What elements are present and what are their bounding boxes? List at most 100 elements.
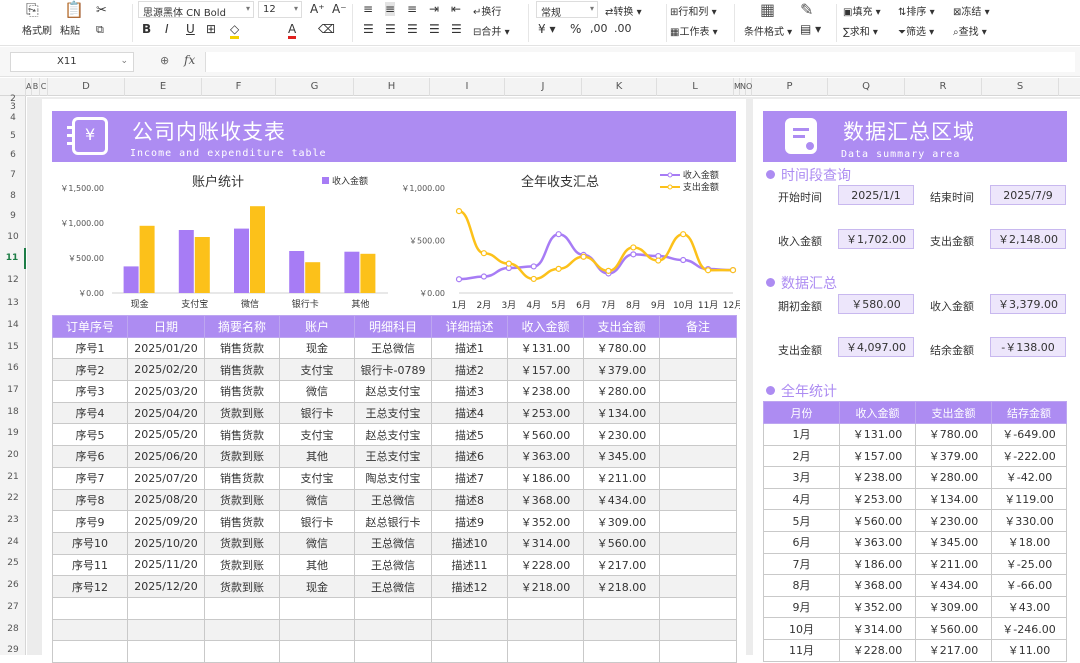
annual-cell[interactable]: ￥253.00 xyxy=(839,487,916,511)
table-cell[interactable] xyxy=(659,531,737,555)
annual-cell[interactable]: 10月 xyxy=(763,617,840,640)
table-cell[interactable]: 王总微信 xyxy=(354,531,432,555)
table-cell[interactable]: ￥345.00 xyxy=(583,445,660,468)
column-header[interactable]: P xyxy=(752,78,828,96)
table-cell[interactable]: ￥157.00 xyxy=(507,358,584,382)
table-cell[interactable]: 描述8 xyxy=(431,488,508,512)
paste-icon[interactable]: 📋 xyxy=(64,0,84,19)
row-header[interactable]: 13 xyxy=(0,292,26,314)
table-cell[interactable]: 销售货款 xyxy=(204,380,280,403)
table-cell[interactable]: 赵总支付宝 xyxy=(354,423,432,447)
table-cell[interactable] xyxy=(279,618,355,642)
annual-cell[interactable]: ￥119.00 xyxy=(991,487,1067,511)
annual-cell[interactable]: ￥-25.00 xyxy=(991,552,1067,576)
column-header[interactable]: Q xyxy=(828,78,905,96)
table-cell[interactable]: 序号9 xyxy=(52,510,128,533)
filter-button[interactable]: ⏷筛选 ▾ xyxy=(898,23,934,38)
table-cell[interactable]: 序号8 xyxy=(52,488,128,512)
table-cell[interactable]: 赵总支付宝 xyxy=(354,380,432,403)
table-cell[interactable]: ￥218.00 xyxy=(507,575,584,598)
table-cell[interactable]: 2025/12/20 xyxy=(127,575,205,598)
annual-cell[interactable]: ￥228.00 xyxy=(839,638,916,662)
table-cell[interactable] xyxy=(127,618,205,642)
fill-color-icon[interactable]: ◇ xyxy=(230,22,240,39)
annual-cell[interactable]: 8月 xyxy=(763,574,840,597)
freeze-button[interactable]: ⊠冻结 ▾ xyxy=(953,3,990,18)
align-bottom-icon[interactable]: ≡ xyxy=(407,2,417,16)
table-cell[interactable]: 2025/11/20 xyxy=(127,553,205,577)
table-cell[interactable]: 货款到账 xyxy=(204,445,280,468)
table-cell[interactable]: ￥560.00 xyxy=(507,423,584,447)
annual-cell[interactable]: ￥780.00 xyxy=(915,423,992,446)
annual-cell[interactable]: ￥-42.00 xyxy=(991,466,1067,489)
table-cell[interactable]: 2025/09/20 xyxy=(127,510,205,533)
annual-cell[interactable]: ￥230.00 xyxy=(915,509,992,532)
table-cell[interactable] xyxy=(583,640,660,663)
table-cell[interactable]: 销售货款 xyxy=(204,510,280,533)
table-cell[interactable]: 2025/07/20 xyxy=(127,466,205,490)
column-header[interactable]: L xyxy=(657,78,734,96)
column-header[interactable]: S xyxy=(982,78,1059,96)
convert-button[interactable]: ⇄转换 ▾ xyxy=(605,3,642,18)
cell-style-icon[interactable]: ✎ xyxy=(800,0,813,19)
table-cell[interactable]: 微信 xyxy=(279,380,355,403)
column-header[interactable]: J xyxy=(505,78,582,96)
table-cell[interactable]: 货款到账 xyxy=(204,531,280,555)
table-cell[interactable] xyxy=(507,640,584,663)
table-cell[interactable]: 描述7 xyxy=(431,466,508,490)
align-left-icon[interactable]: ☰ xyxy=(363,22,374,36)
table-cell[interactable] xyxy=(52,618,128,642)
annual-cell[interactable]: ￥309.00 xyxy=(915,595,992,619)
decrease-font-icon[interactable]: A⁻ xyxy=(332,2,347,16)
table-cell[interactable]: 描述1 xyxy=(431,336,508,360)
zoom-icon[interactable]: ⊕ xyxy=(160,54,169,67)
table-cell[interactable]: ￥134.00 xyxy=(583,401,660,425)
table-cell[interactable]: 描述2 xyxy=(431,358,508,382)
table-cell[interactable]: ￥363.00 xyxy=(507,445,584,468)
table-cell[interactable]: ￥186.00 xyxy=(507,466,584,490)
table-cell[interactable]: 2025/08/20 xyxy=(127,488,205,512)
table-cell[interactable] xyxy=(52,640,128,663)
table-cell[interactable]: 描述10 xyxy=(431,531,508,555)
table-cell[interactable]: ￥253.00 xyxy=(507,401,584,425)
font-size-select[interactable]: 12 ▾ xyxy=(258,1,302,18)
annual-cell[interactable]: ￥186.00 xyxy=(839,552,916,576)
table-cell[interactable] xyxy=(431,596,508,620)
table-cell[interactable]: 销售货款 xyxy=(204,466,280,490)
indent-icon[interactable]: ⇥ xyxy=(429,2,439,16)
decimal-icon[interactable]: .00 xyxy=(614,22,632,35)
table-cell[interactable]: 支付宝 xyxy=(279,466,355,490)
row-header[interactable]: 4 xyxy=(0,111,26,126)
worksheet-button[interactable]: ▦工作表 ▾ xyxy=(670,23,718,38)
table-cell[interactable] xyxy=(659,466,737,490)
table-cell[interactable]: 2025/05/20 xyxy=(127,423,205,447)
table-cell[interactable]: 货款到账 xyxy=(204,401,280,425)
table-cell[interactable]: 序号6 xyxy=(52,445,128,468)
column-header[interactable]: D xyxy=(48,78,125,96)
thousands-icon[interactable]: ,00 xyxy=(590,22,608,35)
merge-button[interactable]: ⊟合并 ▾ xyxy=(473,23,510,38)
table-cell[interactable] xyxy=(127,640,205,663)
table-cell[interactable] xyxy=(354,618,432,642)
column-header[interactable]: R xyxy=(905,78,982,96)
column-header[interactable]: G xyxy=(276,78,354,96)
table-cell[interactable]: ￥314.00 xyxy=(507,531,584,555)
table-cell[interactable]: 支付宝 xyxy=(279,423,355,447)
table-cell[interactable]: 赵总银行卡 xyxy=(354,510,432,533)
table-cell[interactable]: 王总支付宝 xyxy=(354,445,432,468)
table-cell[interactable]: ￥238.00 xyxy=(507,380,584,403)
row-header[interactable]: 19 xyxy=(0,423,26,444)
column-header[interactable]: I xyxy=(430,78,505,96)
table-cell[interactable] xyxy=(507,596,584,620)
row-header[interactable]: 15 xyxy=(0,336,26,358)
table-cell[interactable] xyxy=(659,618,737,642)
annual-cell[interactable]: ￥280.00 xyxy=(915,466,992,489)
copy-icon[interactable]: ⧉ xyxy=(96,23,104,37)
rows-cols-button[interactable]: ⊞行和列 ▾ xyxy=(670,3,717,18)
table-cell[interactable] xyxy=(583,618,660,642)
table-cell[interactable]: ￥379.00 xyxy=(583,358,660,382)
paste-button[interactable]: 粘贴 xyxy=(60,22,80,37)
table-cell[interactable]: 2025/06/20 xyxy=(127,445,205,468)
table-cell[interactable]: 支付宝 xyxy=(279,358,355,382)
row-header[interactable]: 29 xyxy=(0,640,26,661)
